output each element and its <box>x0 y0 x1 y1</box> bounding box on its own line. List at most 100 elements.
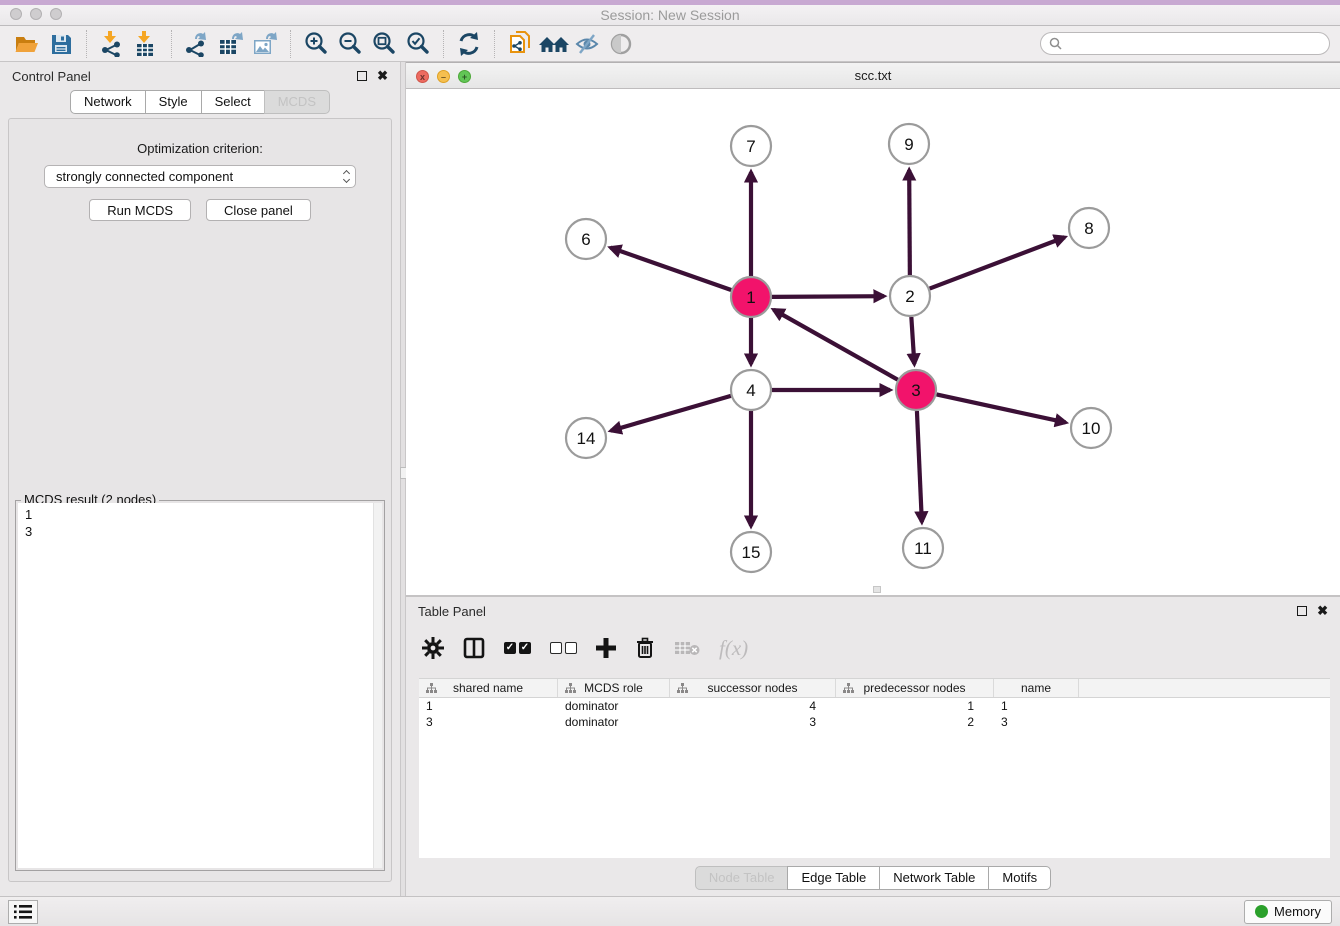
criterion-value: strongly connected component <box>56 169 233 184</box>
export-image-icon[interactable] <box>248 29 282 59</box>
tab-style[interactable]: Style <box>145 90 202 114</box>
clone-network-icon[interactable] <box>503 29 537 59</box>
zoom-out-icon[interactable] <box>333 29 367 59</box>
result-scrollbar[interactable] <box>373 503 382 868</box>
node-table: shared name MCDS role successor nodes prede… <box>419 678 1330 858</box>
column-label: name <box>1021 681 1051 695</box>
column-label: MCDS role <box>584 681 643 695</box>
hide-icon[interactable] <box>571 29 605 59</box>
show-icon[interactable] <box>605 29 639 59</box>
close-panel-icon[interactable]: ✖ <box>377 71 388 81</box>
graph-edge-2-9[interactable] <box>909 170 910 275</box>
right-area: x – + scc.txt 7968124314101511 Table Pan… <box>406 62 1340 896</box>
hierarchy-icon <box>565 683 576 694</box>
network-canvas[interactable]: 7968124314101511 <box>406 89 1340 595</box>
close-panel-button[interactable]: Close panel <box>206 199 311 221</box>
tab-network[interactable]: Network <box>70 90 146 114</box>
column-icon[interactable] <box>463 635 485 661</box>
zoom-in-icon[interactable] <box>299 29 333 59</box>
select-all-icon[interactable]: ✓✓ <box>504 635 531 661</box>
table-row[interactable]: 3dominator323 <box>419 714 1330 730</box>
search-field[interactable] <box>1040 32 1330 55</box>
session-title: Session: New Session <box>0 7 1340 23</box>
memory-button[interactable]: Memory <box>1244 900 1332 924</box>
graph-node-label: 11 <box>914 539 932 558</box>
float-table-panel-icon[interactable] <box>1297 606 1307 616</box>
network-view-window: x – + scc.txt 7968124314101511 <box>406 62 1340 595</box>
graph-node-label: 10 <box>1082 419 1101 438</box>
memory-label: Memory <box>1274 904 1321 919</box>
tab-select[interactable]: Select <box>201 90 265 114</box>
graph-edge-2-8[interactable] <box>930 237 1065 288</box>
table-cell[interactable]: 2 <box>836 714 994 730</box>
mcds-result-value: 3 <box>25 523 382 540</box>
tab-motifs[interactable]: Motifs <box>988 866 1051 890</box>
tab-edge-table[interactable]: Edge Table <box>787 866 880 890</box>
graph-node-label: 7 <box>746 137 755 156</box>
zoom-selected-icon[interactable] <box>401 29 435 59</box>
column-header-shared-name[interactable]: shared name <box>419 679 558 697</box>
column-header-successor-nodes[interactable]: successor nodes <box>670 679 836 697</box>
column-header-predecessor-nodes[interactable]: predecessor nodes <box>836 679 994 697</box>
export-table-icon[interactable] <box>214 29 248 59</box>
delete-icon[interactable] <box>635 635 655 661</box>
task-history-button[interactable] <box>8 900 38 924</box>
graph-node-label: 15 <box>742 543 761 562</box>
table-cell[interactable]: dominator <box>558 698 670 714</box>
column-label: successor nodes <box>707 681 797 695</box>
search-input[interactable] <box>1067 37 1321 51</box>
optimization-criterion-label: Optimization criterion: <box>9 141 391 156</box>
tab-network-table[interactable]: Network Table <box>879 866 989 890</box>
deselect-all-icon[interactable] <box>550 635 577 661</box>
table-panel: Table Panel ✖ <box>406 595 1340 896</box>
network-resize-grip[interactable] <box>873 586 881 593</box>
graph-node-label: 6 <box>581 230 590 249</box>
float-panel-icon[interactable] <box>357 71 367 81</box>
graph-node-label: 9 <box>904 135 913 154</box>
network-graph: 7968124314101511 <box>406 89 1340 595</box>
tab-node-table[interactable]: Node Table <box>695 866 789 890</box>
column-label: shared name <box>453 681 523 695</box>
graph-edge-1-6[interactable] <box>611 248 732 290</box>
graph-edge-1-2[interactable] <box>772 296 884 297</box>
column-header-MCDS-role[interactable]: MCDS role <box>558 679 670 697</box>
zoom-fit-icon[interactable] <box>367 29 401 59</box>
mcds-result-list: 13 <box>18 503 382 868</box>
toolbar-separator <box>494 30 495 58</box>
gear-icon[interactable] <box>422 635 444 661</box>
table-cell[interactable]: 4 <box>670 698 836 714</box>
column-header-name[interactable]: name <box>994 679 1079 697</box>
run-mcds-button[interactable]: Run MCDS <box>89 199 191 221</box>
import-network-icon[interactable] <box>95 29 129 59</box>
graph-node-label: 2 <box>905 287 914 306</box>
home-icon[interactable] <box>537 29 571 59</box>
graph-edge-3-10[interactable] <box>937 394 1066 422</box>
table-cell[interactable]: 3 <box>419 714 558 730</box>
table-cell[interactable]: 1 <box>419 698 558 714</box>
open-file-icon[interactable] <box>10 29 44 59</box>
graph-edge-3-1[interactable] <box>774 310 898 380</box>
graph-edge-3-11[interactable] <box>917 411 922 522</box>
toolbar-separator <box>290 30 291 58</box>
criterion-dropdown[interactable]: strongly connected component <box>44 165 356 188</box>
add-icon[interactable] <box>596 635 616 661</box>
table-row[interactable]: 1dominator411 <box>419 698 1330 714</box>
control-panel-title: Control Panel <box>12 69 91 84</box>
tab-mcds[interactable]: MCDS <box>264 90 330 114</box>
memory-status-icon <box>1255 905 1268 918</box>
table-cell[interactable]: 3 <box>670 714 836 730</box>
table-cell[interactable]: 1 <box>836 698 994 714</box>
save-session-icon[interactable] <box>44 29 78 59</box>
function-icon: f(x) <box>719 635 748 661</box>
refresh-icon[interactable] <box>452 29 486 59</box>
search-icon <box>1049 37 1062 50</box>
export-network-icon[interactable] <box>180 29 214 59</box>
graph-edge-2-3[interactable] <box>911 317 914 364</box>
import-table-icon[interactable] <box>129 29 163 59</box>
graph-edge-4-14[interactable] <box>611 396 731 431</box>
close-table-panel-icon[interactable]: ✖ <box>1317 606 1328 616</box>
table-cell[interactable]: 1 <box>994 698 1079 714</box>
table-cell[interactable]: dominator <box>558 714 670 730</box>
main-toolbar <box>0 26 1340 62</box>
table-cell[interactable]: 3 <box>994 714 1079 730</box>
